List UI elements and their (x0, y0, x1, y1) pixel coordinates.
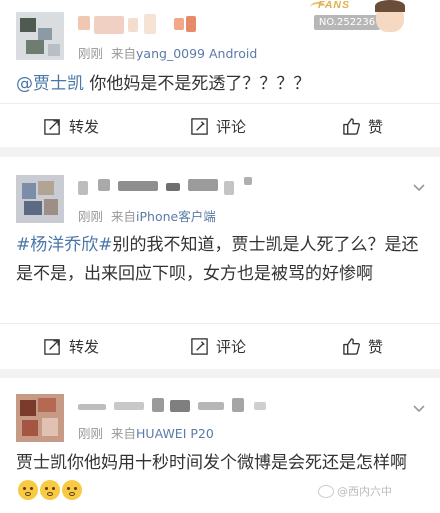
post-meta: 刚刚 来自iPhone客户端 (78, 206, 216, 225)
post-card: 刚刚 来自iPhone客户端 #杨洋乔欣#别的我不知道，贾士凯是人死了么？是还是不… (0, 157, 440, 369)
chevron-down-icon[interactable] (412, 181, 426, 195)
badge-number: NO.252236 (314, 15, 380, 30)
comment-button[interactable]: 评论 (190, 324, 246, 368)
repost-label: 转发 (69, 337, 100, 356)
chevron-down-icon[interactable] (412, 402, 426, 416)
action-bar: 转发 评论 赞 (0, 103, 440, 148)
comment-label: 评论 (216, 117, 247, 136)
fans-badge: FANS NO.252236 (310, 0, 405, 34)
comment-button[interactable]: 评论 (190, 104, 246, 148)
post-time: 刚刚 (78, 209, 104, 224)
mention-link[interactable]: @贾士凯 (16, 74, 84, 94)
repost-icon (44, 338, 60, 355)
thumbs-up-icon (343, 117, 360, 135)
post-body: 你他妈是不是死透了？？？？ (84, 74, 311, 94)
post-meta: 刚刚 来自HUAWEI P20 (78, 423, 214, 442)
post-time: 刚刚 (78, 426, 104, 441)
avatar[interactable] (16, 12, 64, 60)
repost-icon (44, 118, 60, 135)
badge-fans-label: FANS (318, 0, 351, 11)
avatar[interactable] (16, 394, 64, 442)
comment-icon (191, 337, 208, 355)
post-text: #杨洋乔欣#别的我不知道，贾士凯是人死了么？是还是不是，出来回应下呗，女方也是被… (16, 231, 428, 289)
repost-label: 转发 (69, 117, 100, 136)
action-bar: 转发 评论 赞 (0, 323, 440, 368)
post-meta: 刚刚 来自yang_0099 Android (78, 43, 257, 62)
comment-icon (191, 117, 208, 135)
confused-emoji-icon (40, 480, 60, 500)
source-prefix: 来自 (111, 426, 137, 441)
username-blurred[interactable] (78, 394, 288, 420)
post-text: @贾士凯 你他妈是不是死透了？？？？ (16, 70, 428, 99)
weibo-logo-icon (318, 484, 334, 498)
repost-button[interactable]: 转发 (43, 104, 99, 148)
post-body: 贾士凯你他妈用十秒时间发个微博是会死还是怎样啊 (16, 453, 407, 473)
like-label: 赞 (368, 337, 384, 356)
watermark: @西内六中 (318, 483, 392, 499)
like-button[interactable]: 赞 (342, 104, 383, 148)
post-card: 刚刚 来自HUAWEI P20 贾士凯你他妈用十秒时间发个微博是会死还是怎样啊 @… (0, 378, 440, 513)
badge-hair-icon (375, 0, 405, 12)
post-source[interactable]: yang_0099 Android (136, 46, 257, 61)
comment-label: 评论 (216, 337, 247, 356)
source-prefix: 来自 (111, 209, 137, 224)
post-source[interactable]: iPhone客户端 (136, 209, 216, 224)
repost-button[interactable]: 转发 (43, 324, 99, 368)
watermark-text: @西内六中 (337, 485, 392, 498)
like-label: 赞 (368, 117, 384, 136)
post-card: FANS NO.252236 刚刚 来自yang_0099 Android @贾士… (0, 0, 440, 147)
topic-link[interactable]: #杨洋乔欣# (16, 235, 113, 255)
username-blurred[interactable] (78, 175, 268, 201)
avatar[interactable] (16, 175, 64, 223)
confused-emoji-icon (62, 480, 82, 500)
like-button[interactable]: 赞 (342, 324, 383, 368)
post-time: 刚刚 (78, 46, 104, 61)
post-source[interactable]: HUAWEI P20 (136, 426, 214, 441)
source-prefix: 来自 (111, 46, 137, 61)
username-blurred[interactable] (78, 12, 218, 38)
thumbs-up-icon (343, 337, 360, 355)
confused-emoji-icon (18, 480, 38, 500)
